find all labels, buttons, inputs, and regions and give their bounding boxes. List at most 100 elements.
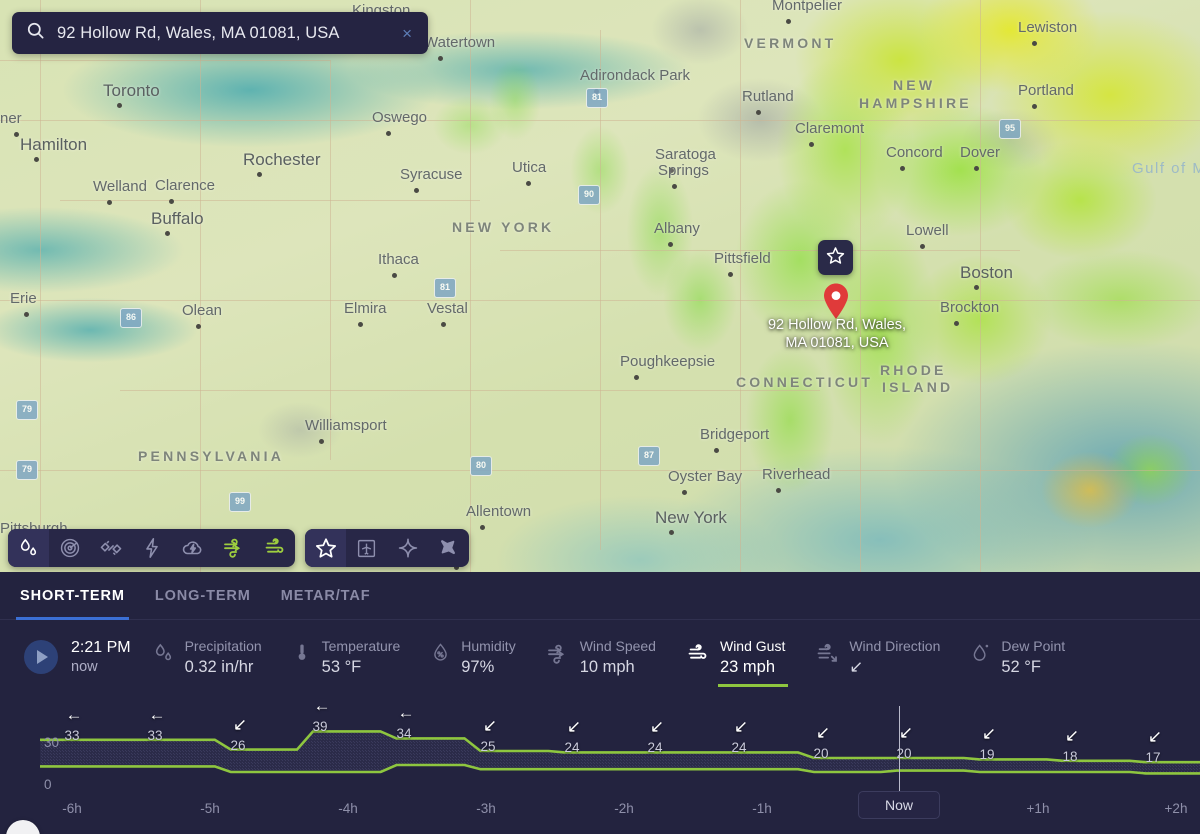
ai-insights-button[interactable] xyxy=(387,529,428,567)
chart-wind-direction-arrow: ↙ xyxy=(482,716,498,735)
search-bar[interactable]: 92 Hollow Rd, Wales, MA 01081, USA × xyxy=(12,12,428,54)
map-city-dot xyxy=(669,530,674,535)
map-city-dot xyxy=(669,168,674,173)
tab-long-term[interactable]: LONG-TERM xyxy=(155,572,251,620)
metric-wind-speed[interactable]: Wind Speed 10 mph xyxy=(546,637,656,678)
metric-precipitation[interactable]: Precipitation 0.32 in/hr xyxy=(153,637,262,678)
map-city-dot xyxy=(672,184,677,189)
map-city-dot xyxy=(974,285,979,290)
map-road xyxy=(40,0,41,560)
metric-value: 23 mph xyxy=(719,657,776,676)
map-road xyxy=(200,0,201,580)
highway-shield-icon: 87 xyxy=(638,446,660,466)
sparkle-icon xyxy=(397,537,419,559)
wind-speed-layer[interactable] xyxy=(213,529,254,567)
map-road xyxy=(330,60,331,460)
lightning-icon xyxy=(141,537,163,559)
radar-layer[interactable] xyxy=(49,529,90,567)
map-place-label: ner xyxy=(0,110,22,127)
lightning-layer[interactable] xyxy=(131,529,172,567)
map-road xyxy=(600,30,601,550)
metric-value: ↙ xyxy=(849,657,864,676)
metrics-row: 2:21 PM now Precipitation 0.32 in/hr Tempe… xyxy=(0,620,1200,694)
satellite-layer[interactable] xyxy=(90,529,131,567)
map-city-dot xyxy=(386,131,391,136)
chart-point-value: 18 xyxy=(1062,748,1078,764)
wind-gust-layer[interactable] xyxy=(254,529,295,567)
chart-point-value: 19 xyxy=(979,747,995,763)
search-input[interactable]: 92 Hollow Rd, Wales, MA 01081, USA xyxy=(57,24,400,43)
highway-shield-icon: 81 xyxy=(586,88,608,108)
map-place-label: RHODE xyxy=(880,362,947,378)
map-place-label: Portland xyxy=(1018,82,1074,99)
flights-button[interactable] xyxy=(428,529,469,567)
favorites-button[interactable] xyxy=(305,529,346,567)
map-place-label: Ithaca xyxy=(378,251,419,268)
chart-wind-direction-arrow: ↙ xyxy=(733,717,749,737)
map-city-dot xyxy=(728,272,733,277)
chart-point-value: 33 xyxy=(147,727,163,743)
map-place-label: Oswego xyxy=(372,109,428,126)
clear-search-icon[interactable]: × xyxy=(400,25,414,42)
metric-wind-gust[interactable]: Wind Gust 23 mph xyxy=(686,637,789,687)
map-city-dot xyxy=(319,439,324,444)
tab-short-term[interactable]: SHORT-TERM xyxy=(16,572,129,620)
storm-layer[interactable] xyxy=(172,529,213,567)
metric-value: 97% xyxy=(461,657,495,676)
chart-wind-direction-arrow: ↙ xyxy=(1064,725,1080,745)
metric-label: Precipitation xyxy=(184,637,262,654)
chart-wind-direction-arrow: ← xyxy=(397,703,415,723)
chart-wind-direction-arrow: ↙ xyxy=(981,724,997,744)
map-place-label: Olean xyxy=(182,302,223,319)
map-city-dot xyxy=(954,321,959,326)
map-city-dot xyxy=(438,56,443,61)
star-icon xyxy=(826,246,845,270)
metric-wind-direction[interactable]: Wind Direction ↙ xyxy=(815,637,940,678)
metric-temperature[interactable]: Temperature 53 °F xyxy=(292,637,400,678)
timeline-time: 2:21 PM xyxy=(71,638,131,656)
map-place-label: Oyster Bay xyxy=(668,468,743,485)
map-place-label: ISLAND xyxy=(882,379,954,395)
map-city-dot xyxy=(14,132,19,137)
map-road xyxy=(0,120,1200,121)
tab-metar-taf[interactable]: METAR/TAF xyxy=(281,572,371,620)
map-place-label: Hamilton xyxy=(20,135,88,154)
metric-label: Humidity xyxy=(461,637,516,654)
chart-x-tick-label: -3h xyxy=(476,801,496,816)
map-place-label: Montpelier xyxy=(772,0,843,14)
map-city-dot xyxy=(526,181,531,186)
chart-point-value: 20 xyxy=(813,746,829,761)
map-road xyxy=(0,60,330,61)
weather-map[interactable]: Kingston Watertown Adirondack Park VERMONT M… xyxy=(0,0,1200,580)
map-city-dot xyxy=(1032,41,1037,46)
metric-value: 52 °F xyxy=(1001,657,1041,676)
precipitation-layer[interactable] xyxy=(8,529,49,567)
map-pin-icon[interactable] xyxy=(823,283,849,319)
play-button[interactable] xyxy=(24,640,58,674)
map-city-dot xyxy=(196,324,201,329)
map-place-label: Riverhead xyxy=(762,466,831,483)
metric-dew-point[interactable]: Dew Point 52 °F xyxy=(970,637,1065,678)
wind-gust-icon xyxy=(263,536,287,560)
now-chip[interactable]: Now xyxy=(858,791,940,819)
metric-humidity[interactable]: Humidity 97% xyxy=(430,637,516,678)
highway-shield-icon: 86 xyxy=(120,308,142,328)
precipitation-icon xyxy=(18,537,40,559)
metric-value: 0.32 in/hr xyxy=(184,657,254,676)
favorite-location-button[interactable] xyxy=(818,240,853,275)
satellite-icon xyxy=(100,537,122,559)
wind-gust-chart[interactable]: 33 ← 33 ← 26 ↙ 39 ← 34 ← 25 ↙ 24 ↙ 24 ↙ 24 ↙ 20 ↙ 20 ↙ 19 ↙ 18 ↙ 1… xyxy=(0,697,1200,834)
chart-point-value: 39 xyxy=(312,719,328,735)
map-place-label: Poughkeepsie xyxy=(620,353,716,370)
map-city-dot xyxy=(776,488,781,493)
chart-point-value: 24 xyxy=(731,740,747,756)
star-icon xyxy=(315,537,337,559)
chart-point-value: 26 xyxy=(230,737,246,753)
airports-button[interactable] xyxy=(346,529,387,567)
map-road xyxy=(120,390,820,391)
tab-label: SHORT-TERM xyxy=(20,587,125,604)
map-place-label: Elmira xyxy=(344,300,387,317)
map-city-dot xyxy=(169,199,174,204)
metric-label: Wind Gust xyxy=(719,637,786,654)
map-place-label: Lowell xyxy=(906,222,949,239)
